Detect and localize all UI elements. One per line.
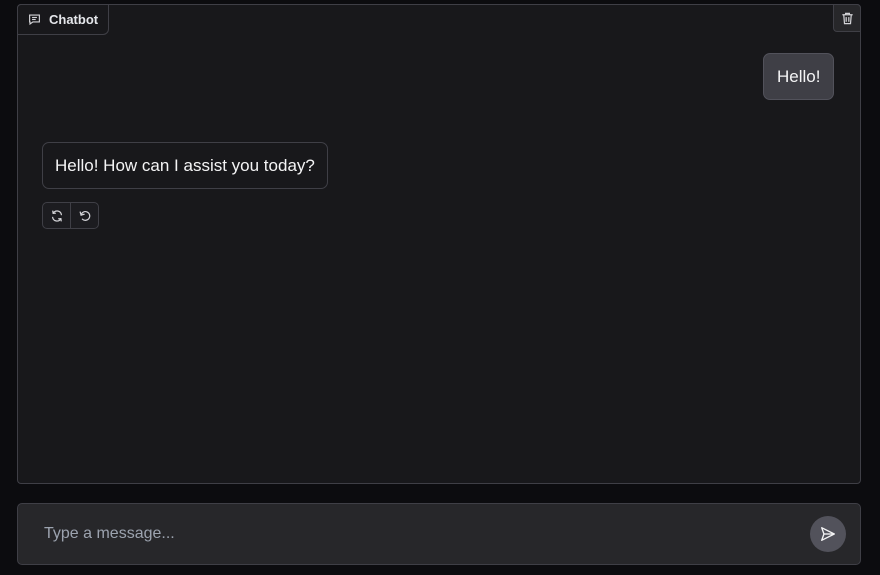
send-button[interactable] bbox=[810, 516, 846, 552]
undo-button[interactable] bbox=[70, 203, 98, 228]
message-composer bbox=[17, 503, 861, 565]
chatbot-label: Chatbot bbox=[17, 4, 109, 35]
retry-button[interactable] bbox=[43, 203, 70, 228]
user-message: Hello! bbox=[763, 53, 835, 100]
assistant-message: Hello! How can I assist you today? bbox=[42, 142, 328, 189]
chatbot-panel: Chatbot Hello! Hello! How can I assist y… bbox=[17, 4, 861, 484]
retry-icon bbox=[51, 209, 62, 222]
message-input[interactable] bbox=[44, 518, 784, 550]
chat-bubble-icon bbox=[29, 14, 40, 26]
send-icon bbox=[821, 527, 835, 541]
trash-icon bbox=[841, 12, 853, 24]
user-message-text: Hello! bbox=[777, 66, 821, 86]
clear-chat-button[interactable] bbox=[833, 4, 861, 32]
chatbot-label-text: Chatbot bbox=[49, 12, 99, 27]
assistant-message-actions bbox=[42, 202, 99, 229]
undo-icon bbox=[79, 210, 90, 221]
assistant-message-text: Hello! How can I assist you today? bbox=[55, 155, 315, 175]
